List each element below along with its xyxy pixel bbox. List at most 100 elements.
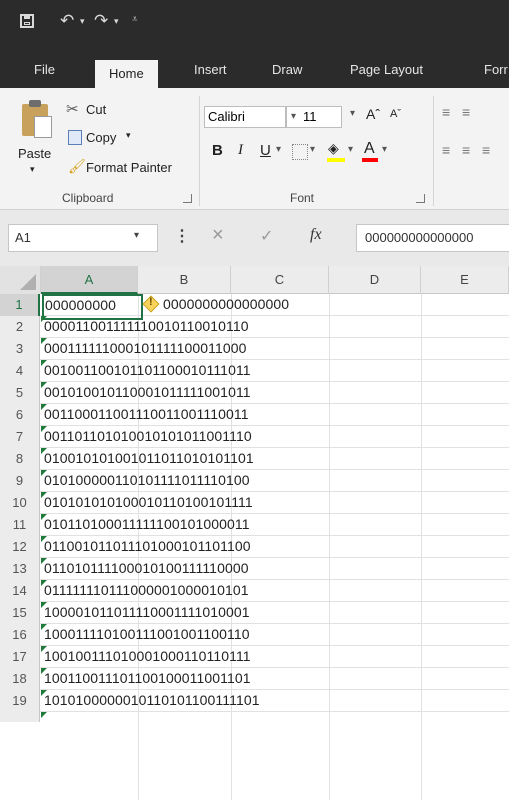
decrease-font-size-icon[interactable]: Aˇ bbox=[390, 108, 401, 120]
table-row: 7 001101101010010101011001110 bbox=[0, 426, 509, 448]
select-all-button[interactable] bbox=[0, 266, 41, 294]
row-header[interactable] bbox=[0, 712, 40, 722]
tab-insert[interactable]: Insert bbox=[194, 52, 227, 88]
cut-button[interactable]: Cut bbox=[86, 102, 106, 117]
borders-dropdown-icon[interactable]: ▾ bbox=[310, 144, 315, 155]
copy-button[interactable]: Copy bbox=[86, 130, 116, 145]
row-header[interactable]: 4 bbox=[0, 360, 40, 382]
table-cell[interactable]: 010110100011111100101000011 bbox=[41, 514, 250, 535]
table-cell[interactable]: 010101010100010110100101111 bbox=[41, 492, 253, 513]
paste-button[interactable]: Paste bbox=[18, 146, 51, 161]
row-header[interactable]: 6 bbox=[0, 404, 40, 426]
row-header[interactable]: 8 bbox=[0, 448, 40, 470]
align-top-icon[interactable]: ≡ bbox=[442, 104, 450, 120]
column-header-a[interactable]: A bbox=[41, 266, 138, 294]
table-row: 2 000011001111110010110010110 bbox=[0, 316, 509, 338]
paste-dropdown-icon[interactable]: ▾ bbox=[30, 164, 35, 175]
row-header[interactable]: 3 bbox=[0, 338, 40, 360]
table-cell[interactable]: 010010101001011011010101101 bbox=[41, 448, 254, 469]
borders-icon[interactable] bbox=[292, 144, 308, 160]
row-header[interactable]: 13 bbox=[0, 558, 40, 580]
fill-color-icon[interactable]: ◈ bbox=[328, 140, 339, 157]
table-cell[interactable]: 000111111000101111100011000 bbox=[41, 338, 247, 359]
row-header[interactable]: 5 bbox=[0, 382, 40, 404]
insert-function-icon[interactable]: fx bbox=[310, 226, 322, 244]
underline-dropdown-icon[interactable]: ▾ bbox=[276, 144, 281, 155]
table-cell[interactable]: 001001100101101100010111011 bbox=[41, 360, 251, 381]
save-icon[interactable] bbox=[20, 14, 34, 28]
table-cell[interactable]: 010100000110101111011110100 bbox=[41, 470, 250, 491]
customize-toolbar-icon[interactable]: ⩡ bbox=[132, 14, 138, 25]
table-cell[interactable]: 001010010110001011111001011 bbox=[41, 382, 251, 403]
row-header[interactable]: 12 bbox=[0, 536, 40, 558]
italic-button[interactable]: I bbox=[238, 142, 243, 159]
column-headers: A B C D E bbox=[0, 266, 509, 294]
font-launcher-icon[interactable] bbox=[416, 194, 425, 203]
column-header-b[interactable]: B bbox=[138, 266, 231, 294]
tab-home[interactable]: Home bbox=[95, 60, 158, 88]
underline-button[interactable]: U bbox=[260, 142, 271, 159]
table-cell[interactable]: 011001011011101000101101100 bbox=[41, 536, 251, 557]
row-header[interactable]: 15 bbox=[0, 602, 40, 624]
format-painter-button[interactable]: Format Painter bbox=[86, 160, 172, 175]
table-cell[interactable]: 100011110100111001001100110 bbox=[41, 624, 250, 645]
table-cell[interactable]: 001100011001110011001110011 bbox=[41, 404, 249, 425]
table-cell[interactable]: 011111110111000001000010101 bbox=[41, 580, 249, 601]
bold-button[interactable]: B bbox=[212, 142, 223, 159]
enter-icon[interactable]: ✓ bbox=[260, 226, 273, 246]
align-middle-icon[interactable]: ≡ bbox=[462, 104, 470, 120]
table-row: 17 100100111010001000110110111 bbox=[0, 646, 509, 668]
align-left-icon[interactable]: ≡ bbox=[442, 142, 450, 158]
ribbon-tabs: File Home Insert Draw Page Layout Forr bbox=[0, 52, 509, 88]
undo-dropdown-icon[interactable]: ▾ bbox=[80, 17, 85, 27]
undo-icon[interactable]: ↶ bbox=[60, 11, 74, 31]
font-size-combobox[interactable]: ▾ 11 bbox=[286, 106, 342, 128]
clipboard-launcher-icon[interactable] bbox=[183, 194, 192, 203]
row-header[interactable]: 19 bbox=[0, 690, 40, 712]
row-header[interactable]: 2 bbox=[0, 316, 40, 338]
table-cell[interactable]: 100100111010001000110110111 bbox=[41, 646, 251, 667]
font-color-icon[interactable]: A bbox=[364, 140, 375, 158]
chevron-down-icon: ▾ bbox=[291, 111, 297, 122]
name-box-dropdown-icon[interactable]: ▾ bbox=[134, 230, 139, 241]
increase-font-size-icon[interactable]: Aˆ bbox=[366, 106, 380, 122]
column-header-c[interactable]: C bbox=[231, 266, 329, 294]
row-header[interactable]: 7 bbox=[0, 426, 40, 448]
tab-formulas[interactable]: Forr bbox=[484, 52, 508, 88]
table-row: 3 000111111000101111100011000 bbox=[0, 338, 509, 360]
redo-dropdown-icon[interactable]: ▾ bbox=[114, 17, 119, 27]
row-header[interactable]: 10 bbox=[0, 492, 40, 514]
font-name-combobox[interactable]: Calibri bbox=[204, 106, 286, 128]
tab-page-layout[interactable]: Page Layout bbox=[350, 52, 423, 88]
table-cell[interactable]: 011010111100010100111110000 bbox=[41, 558, 249, 579]
row-header[interactable]: 18 bbox=[0, 668, 40, 690]
table-cell[interactable]: 001101101010010101011001110 bbox=[41, 426, 252, 447]
table-cell[interactable]: 000011001111110010110010110 bbox=[41, 316, 249, 337]
group-divider bbox=[199, 96, 200, 206]
fill-color-dropdown-icon[interactable]: ▾ bbox=[348, 144, 353, 155]
formula-input[interactable]: 000000000000000 bbox=[356, 224, 509, 252]
tab-file[interactable]: File bbox=[34, 52, 55, 88]
error-indicator-icon bbox=[41, 712, 47, 718]
table-cell[interactable]: 1010100000010110101100111101 bbox=[41, 690, 260, 711]
chevron-down-icon[interactable]: ▾ bbox=[350, 108, 355, 119]
row-header[interactable]: 9 bbox=[0, 470, 40, 492]
column-header-e[interactable]: E bbox=[421, 266, 509, 294]
row-header[interactable]: 16 bbox=[0, 624, 40, 646]
align-right-icon[interactable]: ≡ bbox=[482, 142, 490, 158]
tab-draw[interactable]: Draw bbox=[272, 52, 302, 88]
paste-icon[interactable] bbox=[20, 98, 52, 138]
redo-icon[interactable]: ↷ bbox=[94, 11, 108, 31]
table-cell[interactable]: 100110011101100100011001101 bbox=[41, 668, 251, 689]
align-center-icon[interactable]: ≡ bbox=[462, 142, 470, 158]
cancel-icon[interactable]: × bbox=[212, 224, 224, 247]
copy-dropdown-icon[interactable]: ▾ bbox=[126, 130, 131, 141]
row-header[interactable]: 1 bbox=[0, 294, 40, 316]
row-header[interactable]: 11 bbox=[0, 514, 40, 536]
column-header-d[interactable]: D bbox=[329, 266, 421, 294]
more-options-icon[interactable]: ⋮ bbox=[174, 226, 190, 246]
table-cell[interactable]: 100001011011110001111010001 bbox=[41, 602, 250, 623]
row-header[interactable]: 14 bbox=[0, 580, 40, 602]
row-header[interactable]: 17 bbox=[0, 646, 40, 668]
font-color-dropdown-icon[interactable]: ▾ bbox=[382, 144, 387, 155]
